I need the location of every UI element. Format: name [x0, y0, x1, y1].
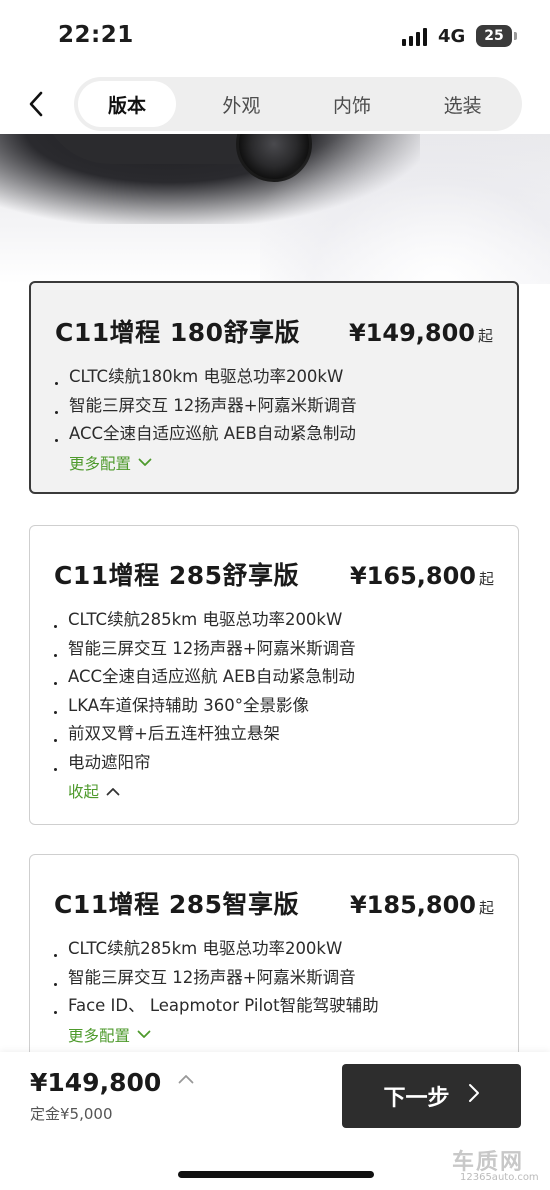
- feature-item: CLTC续航180km 电驱总功率200kW: [55, 363, 493, 392]
- version-price: ¥185,800 起: [350, 891, 494, 919]
- total-price: ¥149,800: [30, 1068, 162, 1097]
- chevron-right-icon: [468, 1083, 480, 1109]
- feature-item: CLTC续航285km 电驱总功率200kW: [54, 606, 494, 635]
- watermark-logo: 车质网 12365auto.com: [452, 1144, 546, 1188]
- version-price: ¥165,800 起: [350, 562, 494, 590]
- car-hero-image: [0, 134, 550, 284]
- status-bar: 22:21 4G 25: [0, 0, 550, 72]
- battery-icon: 25: [476, 25, 517, 47]
- battery-level: 25: [484, 28, 504, 44]
- top-navigation: 版本 外观 内饰 选装: [0, 74, 550, 134]
- back-arrow-icon[interactable]: [20, 86, 52, 122]
- feature-item: Face ID、 Leapmotor Pilot智能驾驶辅助: [54, 992, 494, 1021]
- price-suffix: 起: [477, 327, 493, 345]
- total-price-row[interactable]: ¥149,800: [30, 1068, 195, 1097]
- tab-interior[interactable]: 内饰: [297, 81, 408, 127]
- toggle-label: 更多配置: [68, 1026, 131, 1045]
- toggle-label: 更多配置: [69, 454, 132, 473]
- tab-exterior[interactable]: 外观: [186, 81, 297, 127]
- version-card-285-smart[interactable]: C11增程 285智享版 ¥185,800 起 CLTC续航285km 电驱总功…: [29, 854, 519, 1069]
- price-suffix: 起: [478, 570, 494, 588]
- feature-item: ACC全速自适应巡航 AEB自动紧急制动: [54, 663, 494, 692]
- version-card-285-comfort[interactable]: C11增程 285舒享版 ¥165,800 起 CLTC续航285km 电驱总功…: [29, 525, 519, 825]
- next-step-label: 下一步: [383, 1086, 450, 1111]
- feature-item: 智能三屏交互 12扬声器+阿嘉米斯调音: [54, 964, 494, 993]
- price-value: ¥165,800: [349, 562, 476, 590]
- feature-list: CLTC续航285km 电驱总功率200kW 智能三屏交互 12扬声器+阿嘉米斯…: [54, 935, 494, 1021]
- tab-options[interactable]: 选装: [407, 81, 518, 127]
- version-card-180-comfort[interactable]: C11增程 180舒享版 ¥149,800 起 CLTC续航180km 电驱总功…: [29, 281, 519, 494]
- section-tabs: 版本 外观 内饰 选装: [74, 77, 522, 131]
- more-config-toggle[interactable]: 更多配置: [68, 1021, 494, 1049]
- toggle-label: 收起: [68, 783, 100, 801]
- chevron-down-icon: [137, 455, 153, 471]
- price-suffix: 起: [478, 899, 494, 917]
- price-value: ¥149,800: [348, 319, 475, 347]
- feature-item: LKA车道保持辅助 360°全景影像: [54, 692, 494, 721]
- tab-version[interactable]: 版本: [78, 81, 176, 127]
- status-time: 22:21: [58, 22, 134, 48]
- feature-item: 智能三屏交互 12扬声器+阿嘉米斯调音: [54, 635, 494, 664]
- watermark-url: 12365auto.com: [460, 1172, 539, 1183]
- collapse-toggle[interactable]: 收起: [68, 777, 494, 805]
- price-value: ¥185,800: [349, 891, 476, 919]
- feature-item: CLTC续航285km 电驱总功率200kW: [54, 935, 494, 964]
- feature-item: 前双叉臂+后五连杆独立悬架: [54, 720, 494, 749]
- feature-list: CLTC续航285km 电驱总功率200kW 智能三屏交互 12扬声器+阿嘉米斯…: [54, 606, 494, 777]
- version-title: C11增程 180舒享版: [55, 318, 301, 347]
- more-config-toggle[interactable]: 更多配置: [69, 449, 493, 477]
- network-type: 4G: [438, 26, 466, 47]
- cellular-signal-icon: [402, 28, 427, 46]
- home-indicator: [178, 1171, 374, 1178]
- next-step-button[interactable]: 下一步: [342, 1064, 521, 1128]
- feature-list: CLTC续航180km 电驱总功率200kW 智能三屏交互 12扬声器+阿嘉米斯…: [55, 363, 493, 449]
- version-title: C11增程 285智享版: [54, 890, 300, 919]
- version-title: C11增程 285舒享版: [54, 561, 300, 590]
- feature-item: ACC全速自适应巡航 AEB自动紧急制动: [55, 420, 493, 449]
- chevron-up-icon: [105, 783, 121, 799]
- chevron-up-icon[interactable]: [177, 1072, 195, 1086]
- chevron-down-icon: [136, 1027, 152, 1043]
- feature-item: 电动遮阳帘: [54, 749, 494, 778]
- deposit-amount: 定金¥5,000: [30, 1105, 113, 1123]
- feature-item: 智能三屏交互 12扬声器+阿嘉米斯调音: [55, 392, 493, 421]
- version-price: ¥149,800 起: [349, 319, 493, 347]
